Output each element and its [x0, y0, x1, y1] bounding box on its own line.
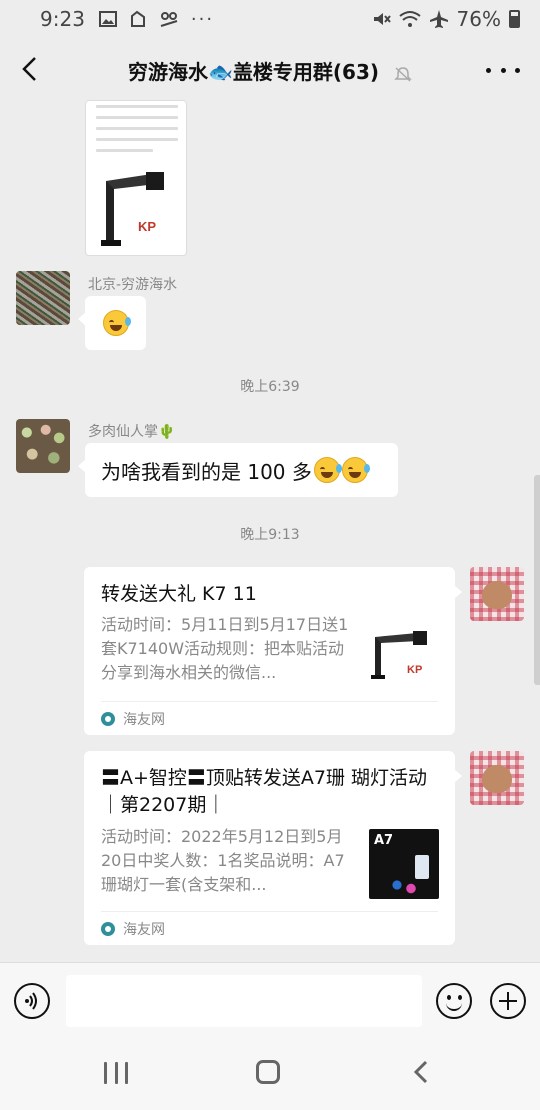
voice-input-button[interactable] — [14, 983, 50, 1019]
battery-icon — [509, 10, 520, 28]
chat-header: 穷游海水🐟盖楼专用群(63) — [0, 38, 540, 100]
card-thumb-label: KP — [407, 664, 422, 676]
card-thumb-label: A7 — [374, 833, 394, 848]
sender-name: 北京-穷游海水 — [88, 277, 178, 293]
gallery-icon — [98, 11, 117, 27]
message-input[interactable] — [66, 975, 422, 1027]
scrollbar[interactable] — [534, 475, 540, 685]
more-functions-button[interactable] — [490, 983, 526, 1019]
image-message[interactable]: KP — [85, 100, 187, 256]
link-card[interactable]: 〓A+智控〓顶贴转发送A7珊 瑚灯活动｜第2207期｜ 活动时间：2022年5月… — [84, 751, 462, 945]
group-title: 穷游海水🐟盖楼专用群(63) — [0, 56, 540, 85]
card-title: 转发送大礼 K7 11 — [101, 583, 257, 605]
airplane-icon — [429, 10, 448, 28]
card-source-name: 海友网 — [123, 921, 165, 938]
system-nav-bar — [0, 1040, 540, 1110]
lamp-brand-mark: KP — [138, 219, 156, 234]
more-notifications-icon: ··· — [190, 8, 215, 30]
tears-of-joy-emoji-icon — [341, 457, 370, 483]
timestamp: 晚上6:39 — [240, 379, 300, 395]
home-button[interactable] — [256, 1060, 280, 1084]
image-text-lines — [96, 105, 178, 160]
voicemail-icon — [160, 12, 178, 27]
more-dot-icon — [515, 67, 520, 73]
mute-icon — [373, 13, 391, 25]
recents-button[interactable] — [104, 1062, 128, 1084]
message-list[interactable]: KP 北京-穷游海水 晚上6:39 多肉仙人掌🌵 为啥我看到的是 100 多 晚… — [0, 100, 540, 962]
voice-icon — [25, 992, 37, 1010]
tears-of-joy-emoji-icon — [102, 310, 131, 336]
message-bubble[interactable] — [78, 296, 146, 350]
source-logo-icon — [101, 921, 115, 936]
card-thumbnail: KP — [369, 623, 439, 693]
timestamp: 晚上9:13 — [240, 527, 300, 543]
card-description: 活动时间：5月11日到5月17日送1套K7140W活动规则：把本贴活动分享到海水… — [101, 615, 349, 682]
card-description: 活动时间：2022年5月12日到5月20日中奖人数：1名奖品说明：A7珊瑚灯一套… — [101, 827, 345, 894]
card-source: 海友网 — [101, 911, 438, 945]
card-title: 〓A+智控〓顶贴转发送A7珊 瑚灯活动｜第2207期｜ — [101, 767, 428, 816]
card-source: 海友网 — [101, 701, 438, 735]
mute-bell-icon — [394, 66, 412, 82]
card-source-name: 海友网 — [123, 711, 165, 728]
avatar[interactable] — [16, 271, 70, 325]
battery-percent: 76% — [456, 7, 501, 31]
emoji-button[interactable] — [436, 983, 472, 1019]
more-dot-icon — [500, 67, 506, 73]
lamp-image: KP — [101, 172, 164, 246]
source-logo-icon — [101, 711, 115, 726]
back-nav-button[interactable] — [410, 1060, 434, 1084]
clipboard-icon — [130, 10, 145, 27]
group-title-prefix: 穷游海水 — [128, 60, 208, 84]
avatar[interactable] — [470, 567, 524, 621]
input-bar — [0, 962, 540, 1040]
more-dot-icon — [486, 67, 491, 73]
tears-of-joy-emoji-icon — [313, 457, 342, 483]
card-thumbnail: A7 — [369, 829, 439, 899]
message-bubble[interactable]: 为啥我看到的是 100 多 — [78, 443, 398, 497]
message-text: 为啥我看到的是 100 多 — [101, 459, 312, 484]
sender-name: 多肉仙人掌🌵 — [88, 424, 176, 440]
avatar[interactable] — [16, 419, 70, 473]
avatar[interactable] — [470, 751, 524, 805]
status-time: 9:23 — [40, 7, 85, 31]
more-options-button[interactable] — [486, 60, 520, 80]
group-title-suffix: 盖楼专用群(63) — [232, 60, 380, 84]
status-bar: 9:23 ··· 76% — [0, 0, 540, 38]
fish-emoji: 🐟 — [208, 60, 233, 84]
phone-image — [415, 855, 429, 879]
wifi-icon — [398, 11, 421, 27]
link-card[interactable]: 转发送大礼 K7 11 活动时间：5月11日到5月17日送1套K7140W活动规… — [84, 567, 462, 735]
